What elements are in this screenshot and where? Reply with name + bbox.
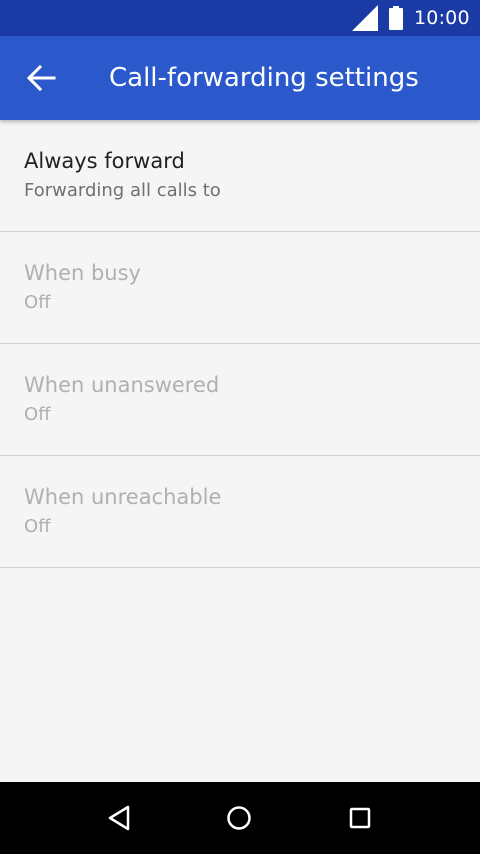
nav-recents-icon[interactable] <box>346 804 374 832</box>
app-bar: Call-forwarding settings <box>0 36 480 120</box>
page-title: Call-forwarding settings <box>109 63 419 93</box>
navigation-bar <box>0 782 480 854</box>
battery-icon <box>389 6 403 30</box>
setting-title: When busy <box>24 261 141 285</box>
signal-icon <box>352 5 378 31</box>
nav-home-icon[interactable] <box>225 804 253 832</box>
setting-title: When unanswered <box>24 373 220 397</box>
nav-back-icon[interactable] <box>106 804 134 832</box>
setting-summary: Off <box>24 404 51 425</box>
setting-when-busy[interactable]: When busy Off <box>0 232 480 344</box>
setting-title: When unreachable <box>24 485 222 509</box>
status-bar: 10:00 <box>0 0 480 36</box>
setting-summary: Off <box>24 292 51 313</box>
setting-when-unreachable[interactable]: When unreachable Off <box>0 456 480 568</box>
setting-when-unanswered[interactable]: When unanswered Off <box>0 344 480 456</box>
setting-summary: Off <box>24 516 51 537</box>
settings-list: Always forward Forwarding all calls to W… <box>0 120 480 568</box>
setting-summary: Forwarding all calls to <box>24 180 221 201</box>
call-forwarding-screen: 10:00 Call-forwarding settings Always fo… <box>0 0 480 854</box>
status-time: 10:00 <box>414 7 470 29</box>
setting-always-forward[interactable]: Always forward Forwarding all calls to <box>0 120 480 232</box>
arrow-left-icon[interactable] <box>26 64 56 92</box>
setting-title: Always forward <box>24 149 185 173</box>
